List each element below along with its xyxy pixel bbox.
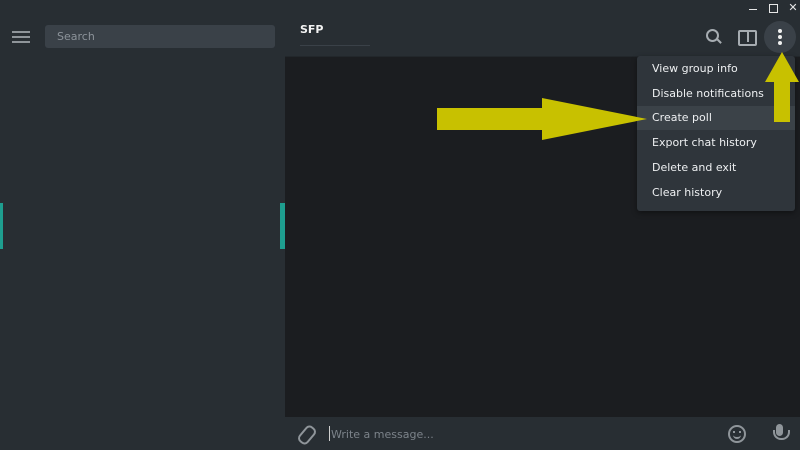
emoji-icon[interactable] bbox=[728, 425, 746, 443]
annotation-arrow-up-icon bbox=[765, 52, 799, 122]
paperclip-icon[interactable] bbox=[295, 423, 317, 445]
dot bbox=[778, 41, 782, 45]
message-input[interactable] bbox=[331, 425, 711, 443]
title-bar: ✕ bbox=[0, 0, 800, 16]
chat-title[interactable]: SFP bbox=[300, 23, 324, 36]
search-icon[interactable] bbox=[701, 25, 725, 49]
search-input[interactable] bbox=[45, 25, 275, 48]
sidebar-toggle-icon[interactable] bbox=[734, 25, 758, 49]
minimize-button[interactable] bbox=[742, 0, 764, 16]
text-cursor bbox=[329, 426, 330, 441]
chat-header: SFP bbox=[285, 16, 800, 57]
dot bbox=[778, 35, 782, 39]
chat-subtitle-placeholder bbox=[300, 45, 370, 46]
message-composer bbox=[285, 417, 800, 450]
menu-item-delete-and-exit[interactable]: Delete and exit bbox=[637, 156, 795, 180]
panel-resize-indicator-left bbox=[0, 203, 3, 249]
hamburger-line bbox=[12, 41, 30, 43]
menu-item-export-chat-history[interactable]: Export chat history bbox=[637, 131, 795, 155]
dot bbox=[778, 29, 782, 33]
maximize-button[interactable] bbox=[762, 0, 784, 16]
telegram-window: ✕ SFP View group info Disable notificat bbox=[0, 0, 800, 450]
hamburger-line bbox=[12, 36, 30, 38]
close-button[interactable]: ✕ bbox=[782, 0, 800, 16]
hamburger-line bbox=[12, 31, 30, 33]
menu-item-clear-history[interactable]: Clear history bbox=[637, 181, 795, 205]
microphone-icon[interactable] bbox=[772, 424, 790, 444]
hamburger-menu-icon[interactable] bbox=[12, 30, 32, 44]
more-vertical-icon[interactable] bbox=[764, 21, 796, 53]
chat-list-panel bbox=[0, 16, 285, 450]
annotation-arrow-right-icon bbox=[437, 98, 647, 140]
